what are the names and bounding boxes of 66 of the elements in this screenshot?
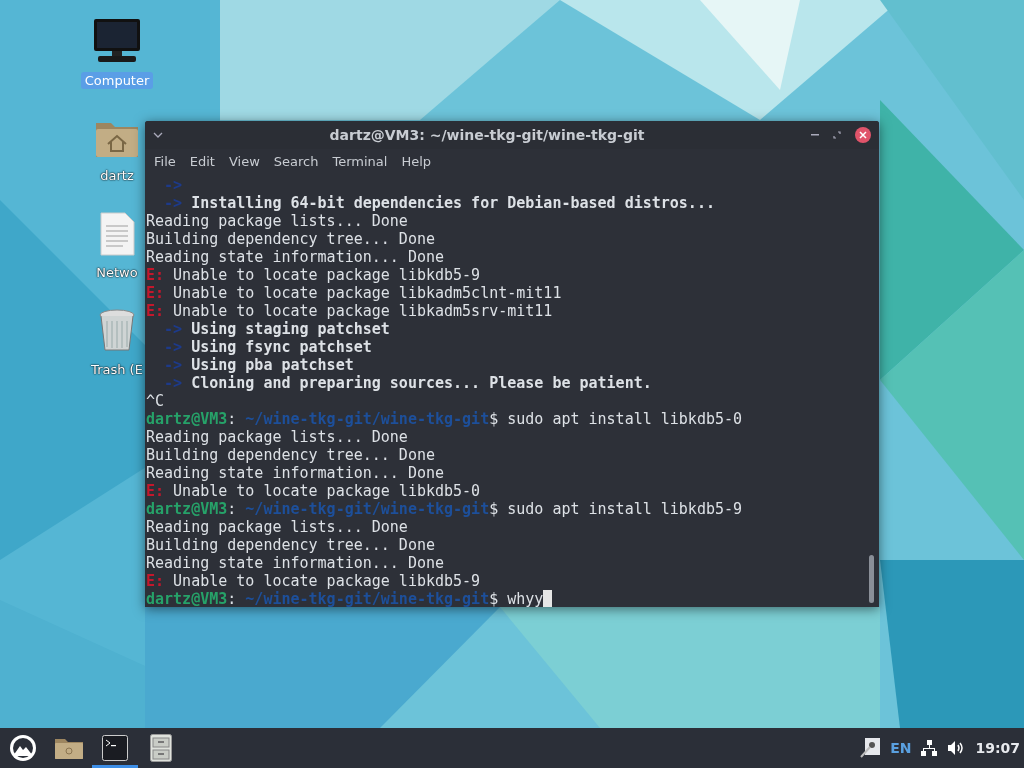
error-marker: E: xyxy=(146,284,165,302)
restore-icon[interactable] xyxy=(833,131,841,139)
menu-item[interactable]: Terminal xyxy=(325,153,395,169)
close-icon[interactable] xyxy=(855,127,871,143)
terminal-text: Reading package lists... Done xyxy=(146,518,408,536)
menu-item[interactable]: Search xyxy=(266,153,326,169)
prompt-path: ~/wine-tkg-git/wine-tkg-git xyxy=(245,410,490,428)
terminal-text: Unable to locate package libkdb5-9 xyxy=(172,572,481,590)
terminal-text: Using staging patchset xyxy=(190,320,390,338)
error-marker: E: xyxy=(146,302,165,320)
terminal-text: Building dependency tree... Done xyxy=(146,536,435,554)
key-icon[interactable] xyxy=(860,738,881,758)
menu-item[interactable]: Help xyxy=(394,153,439,169)
terminal-text: Reading state information... Done xyxy=(146,248,444,266)
mountain-logo-icon[interactable] xyxy=(9,734,37,762)
terminal-text: Cloning and preparing sources... Please be patient. xyxy=(190,374,652,392)
terminal-text: Unable to locate package libkadm5srv-mit11 xyxy=(172,302,553,320)
terminal-text: Unable to locate package libkdb5-9 xyxy=(172,266,481,284)
terminal-text: : xyxy=(227,590,238,607)
error-marker: E: xyxy=(146,266,165,284)
terminal-text: Installing 64-bit dependencies for Debian-based distros... xyxy=(190,194,715,212)
terminal-text: Using fsync patchset xyxy=(190,338,372,356)
terminal-text: Building dependency tree... Done xyxy=(146,230,435,248)
clock[interactable]: 19:07 xyxy=(975,740,1020,756)
arrow-marker: -> xyxy=(163,176,183,194)
arrow-marker: -> xyxy=(163,320,183,338)
error-marker: E: xyxy=(146,572,165,590)
prompt-user: dartz@VM3 xyxy=(146,500,228,518)
prompt-path: ~/wine-tkg-git/wine-tkg-git xyxy=(245,500,490,518)
terminal-text: ^C xyxy=(146,392,165,410)
window-title: dartz@VM3: ~/wine-tkg-git/wine-tkg-git xyxy=(328,127,646,143)
terminal-icon[interactable] xyxy=(102,735,128,761)
volume-icon[interactable] xyxy=(947,740,966,756)
terminal-text: : xyxy=(227,500,238,518)
arrow-marker: -> xyxy=(163,374,183,392)
terminal-text: Reading package lists... Done xyxy=(146,212,408,230)
prompt-path: ~/wine-tkg-git/wine-tkg-git xyxy=(245,590,490,607)
menu-item[interactable]: File xyxy=(147,153,183,169)
document-icon xyxy=(99,212,135,256)
prompt-user: dartz@VM3 xyxy=(146,410,228,428)
terminal-text: Reading state information... Done xyxy=(146,554,444,572)
menu-item[interactable]: Edit xyxy=(182,153,222,169)
network-icon[interactable] xyxy=(921,740,938,756)
terminal-text: Reading state information... Done xyxy=(146,464,444,482)
monitor-icon xyxy=(92,18,142,64)
scrollbar-thumb[interactable] xyxy=(869,555,874,603)
terminal-text: $ sudo apt install libkdb5-0 xyxy=(489,410,743,428)
chevron-down-icon[interactable] xyxy=(153,132,163,138)
arrow-marker: -> xyxy=(163,356,183,374)
terminal-text: $ whyy xyxy=(489,590,544,607)
trash-icon xyxy=(97,309,137,353)
arrow-marker: -> xyxy=(163,194,183,212)
terminal-text: Unable to locate package libkadm5clnt-mit11 xyxy=(172,284,562,302)
terminal-text: $ sudo apt install libkdb5-9 xyxy=(489,500,743,518)
terminal-text: Unable to locate package libkdb5-0 xyxy=(172,482,481,500)
prompt-user: dartz@VM3 xyxy=(146,590,228,607)
arrow-marker: -> xyxy=(163,338,183,356)
keyboard-layout[interactable]: EN xyxy=(890,740,912,756)
terminal-text: Building dependency tree... Done xyxy=(146,446,435,464)
text-cursor xyxy=(543,590,553,607)
terminal-text: Using pba patchset xyxy=(190,356,354,374)
menu-item[interactable]: View xyxy=(221,153,267,169)
error-marker: E: xyxy=(146,482,165,500)
terminal-text: Reading package lists... Done xyxy=(146,428,408,446)
terminal-text: : xyxy=(227,410,238,428)
folder-icon[interactable] xyxy=(54,736,84,760)
